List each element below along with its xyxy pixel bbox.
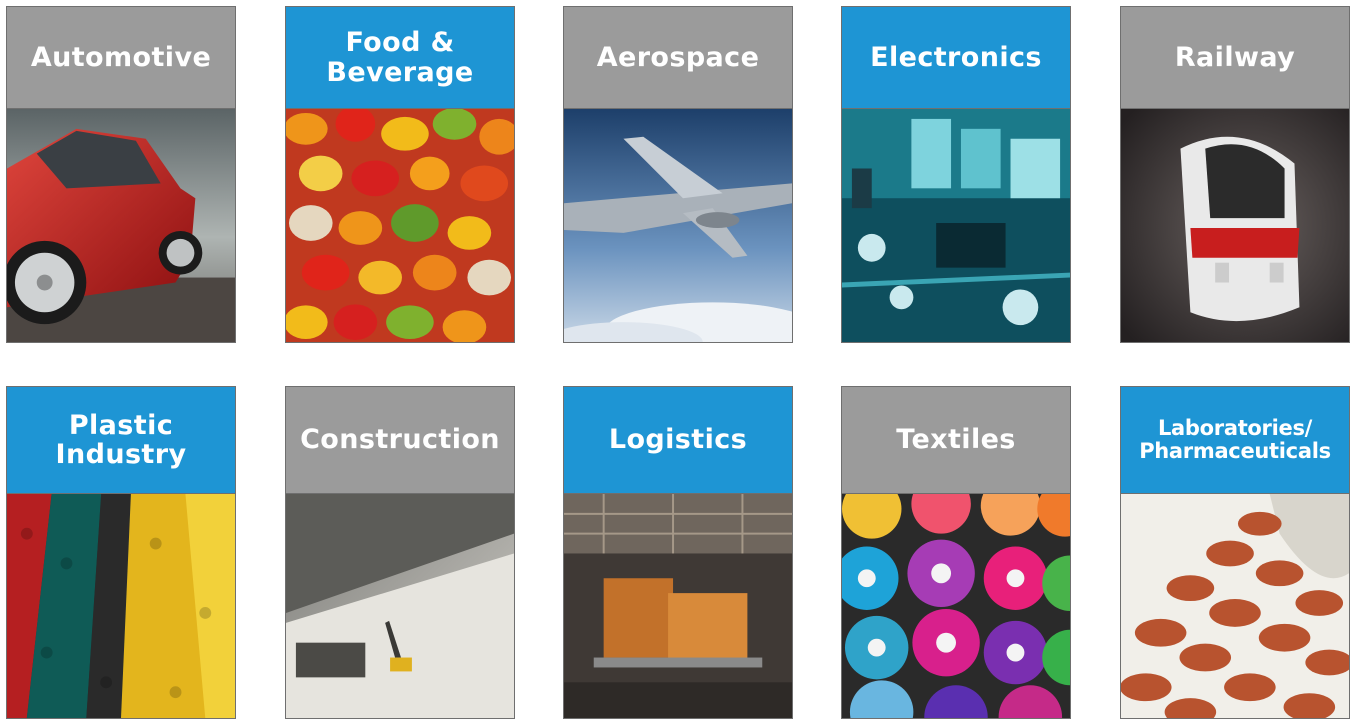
industry-label: Food & Beverage bbox=[286, 7, 514, 109]
industry-card-plastic-industry[interactable]: Plastic Industry bbox=[6, 386, 236, 719]
industry-label: Automotive bbox=[7, 7, 235, 109]
industry-label: Aerospace bbox=[564, 7, 792, 109]
industry-card-construction[interactable]: Construction bbox=[285, 386, 515, 719]
industry-label: Plastic Industry bbox=[7, 387, 235, 494]
thread-spools-photo-icon bbox=[842, 494, 1070, 718]
red-car-photo-icon bbox=[7, 109, 235, 342]
industry-label: Electronics bbox=[842, 7, 1070, 109]
industry-label: Railway bbox=[1121, 7, 1349, 109]
industry-card-electronics[interactable]: Electronics bbox=[841, 6, 1071, 343]
industry-card-railway[interactable]: Railway bbox=[1120, 6, 1350, 343]
industry-card-aerospace[interactable]: Aerospace bbox=[563, 6, 793, 343]
industry-label: Logistics bbox=[564, 387, 792, 494]
industry-card-logistics[interactable]: Logistics bbox=[563, 386, 793, 719]
industry-card-textiles[interactable]: Textiles bbox=[841, 386, 1071, 719]
circuit-board-photo-icon bbox=[842, 109, 1070, 342]
excavator-quarry-photo-icon bbox=[286, 494, 514, 718]
industry-card-food-beverage[interactable]: Food & Beverage bbox=[285, 6, 515, 343]
industry-card-laboratories-pharmaceuticals[interactable]: Laboratories/ Pharmaceuticals bbox=[1120, 386, 1350, 719]
plastic-pellets-photo-icon bbox=[7, 494, 235, 718]
high-speed-train-photo-icon bbox=[1121, 109, 1349, 342]
industry-label: Laboratories/ Pharmaceuticals bbox=[1121, 387, 1349, 494]
industry-label: Textiles bbox=[842, 387, 1070, 494]
pills-photo-icon bbox=[1121, 494, 1349, 718]
industry-label: Construction bbox=[286, 387, 514, 494]
industries-grid: Automotive Food & Beverage Aerospace Ele… bbox=[6, 6, 1351, 719]
airplane-photo-icon bbox=[564, 109, 792, 342]
warehouse-crates-photo-icon bbox=[564, 494, 792, 718]
industry-card-automotive[interactable]: Automotive bbox=[6, 6, 236, 343]
gummy-bears-photo-icon bbox=[286, 109, 514, 342]
